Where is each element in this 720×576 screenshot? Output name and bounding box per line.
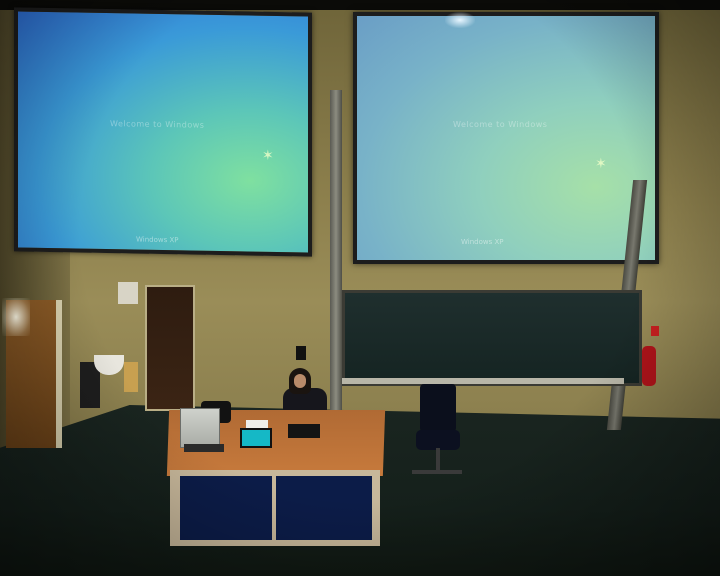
desk-panel-left (180, 476, 272, 540)
screen-left-welcome-text: Welcome to Windows (110, 119, 205, 130)
desk-monitor (180, 408, 220, 448)
chair-backrest (420, 384, 456, 432)
projection-screen-left: Welcome to Windows Windows XP ✶ (14, 7, 312, 257)
teal-device (240, 428, 272, 448)
projector-glow (445, 12, 475, 28)
desk-panel-right (276, 476, 372, 540)
towel (124, 362, 138, 392)
chair-base (412, 470, 462, 474)
screen-right-welcome-text: Welcome to Windows (453, 120, 548, 129)
wall-box (118, 282, 138, 304)
chalk-rail (342, 378, 624, 384)
chair-seat (416, 430, 460, 450)
sparkle-icon: ✶ (595, 156, 607, 172)
screen-right-logo: Windows XP (461, 238, 504, 246)
presenter-face (294, 374, 306, 388)
lecture-hall-scene: Welcome to Windows Windows XP ✶ Welcome … (0, 0, 720, 576)
fire-sign-icon (651, 326, 659, 336)
sparkle-icon: ✶ (262, 147, 274, 164)
back-door (145, 285, 195, 411)
projection-screen-right: Welcome to Windows Windows XP ✶ (353, 12, 659, 264)
wall-outlet (296, 346, 306, 360)
screen-support-pillar (330, 90, 342, 410)
side-light (2, 298, 30, 336)
monitor-base (184, 444, 224, 452)
blackboard (342, 290, 642, 386)
screen-left-logo: Windows XP (136, 235, 179, 245)
fire-extinguisher-icon (642, 346, 656, 386)
laptop (288, 424, 320, 438)
